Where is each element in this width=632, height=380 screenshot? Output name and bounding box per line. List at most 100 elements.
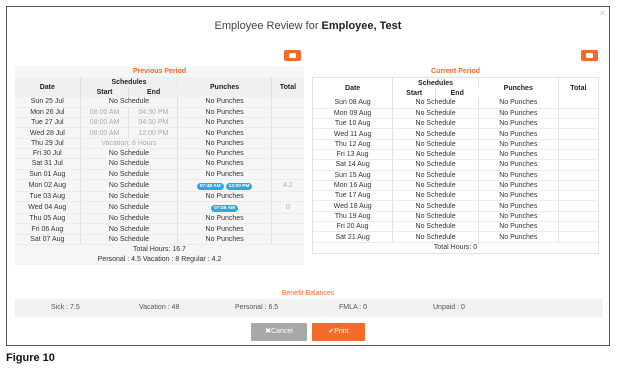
employee-name: Employee, Test: [321, 20, 402, 32]
total-cell: 0: [271, 201, 304, 215]
total-cell: [558, 108, 598, 120]
date-cell: Tue 03 Aug: [15, 191, 81, 203]
punches-cell: No Punches: [478, 149, 559, 161]
table-row: Fri 06 Aug No Schedule No Punches: [15, 223, 304, 235]
schedule-cell: No Schedule: [80, 213, 179, 225]
date-cell: Thu 05 Aug: [15, 213, 81, 225]
table-row: Sat 14 Aug No Schedule No Punches: [313, 159, 598, 171]
punches-cell: No Punches: [478, 211, 559, 223]
col-date: Date: [313, 78, 394, 98]
print-button[interactable]: ✔Print: [312, 323, 365, 341]
date-cell: Tue 27 Jul: [15, 117, 81, 129]
print-previous-period-button[interactable]: [284, 50, 301, 61]
schedule-cell: Vacation: 8 Hours: [80, 138, 179, 149]
total-cell: [558, 221, 598, 233]
total-cell: [558, 170, 598, 181]
schedule-cell: No Schedule: [392, 118, 479, 130]
date-cell: Sat 14 Aug: [313, 159, 394, 171]
date-cell: Wed 18 Aug: [313, 200, 394, 212]
punches-cell: No Punches: [177, 158, 272, 170]
table-row: Sat 31 Jul No Schedule No Punches: [15, 158, 304, 170]
current-period-panel: Current Period Date Schedules Punches To…: [312, 66, 599, 254]
punch-time-badge[interactable]: 07:48 AM: [196, 182, 224, 191]
total-cell: [558, 128, 598, 140]
date-cell: Mon 16 Aug: [313, 180, 394, 192]
date-cell: Sat 21 Aug: [313, 231, 394, 243]
employee-review-dialog: × Employee Review for Employee, Test Pre…: [6, 6, 610, 346]
table-row: Mon 02 Aug No Schedule 07:48 AM 12:00 PM 4.2: [15, 179, 304, 192]
date-cell: Wed 11 Aug: [313, 128, 394, 140]
col-date: Date: [15, 77, 81, 97]
total-cell: [271, 107, 304, 119]
total-cell: [558, 149, 598, 161]
table-row: Thu 12 Aug No Schedule No Punches: [313, 139, 598, 150]
punches-cell: No Punches: [478, 159, 559, 171]
total-cell: [271, 213, 304, 225]
col-punches: Punches: [177, 77, 272, 97]
total-cell: [558, 200, 598, 212]
punches-cell: 07:55 AM: [177, 201, 272, 215]
punch-time-badge[interactable]: 07:55 AM: [211, 204, 239, 213]
table-row: Tue 03 Aug No Schedule No Punches: [15, 191, 304, 203]
total-cell: [271, 158, 304, 170]
table-row: Fri 20 Aug No Schedule No Punches: [313, 221, 598, 233]
date-cell: Wed 04 Aug: [15, 201, 81, 215]
date-cell: Fri 30 Jul: [15, 148, 81, 160]
table-row: Mon 26 Jul 08:00 AM 04:30 PM No Punches: [15, 107, 304, 119]
figure-caption: Figure 10: [6, 352, 55, 364]
dialog-title-prefix: Employee Review for: [214, 20, 322, 32]
col-punches: Punches: [478, 78, 559, 98]
benefit-sick: Sick : 7.5: [51, 304, 80, 311]
punches-cell: No Punches: [478, 200, 559, 212]
table-row: Fri 30 Jul No Schedule No Punches: [15, 148, 304, 160]
total-cell: [558, 231, 598, 243]
cancel-button[interactable]: ✖Cancel: [251, 323, 307, 341]
schedule-start-cell: 08:00 AM: [80, 107, 130, 119]
table-row: Mon 16 Aug No Schedule No Punches: [313, 180, 598, 192]
total-cell: [271, 169, 304, 180]
col-end: End: [128, 87, 178, 97]
schedule-cell: No Schedule: [80, 201, 179, 215]
date-cell: Fri 06 Aug: [15, 223, 81, 235]
table-row: Tue 17 Aug No Schedule No Punches: [313, 190, 598, 202]
table-row: Sun 08 Aug No Schedule No Punches: [313, 98, 598, 109]
schedule-cell: No Schedule: [80, 179, 179, 192]
punches-cell: No Punches: [177, 223, 272, 235]
schedule-end-cell: 04:30 PM: [128, 117, 179, 129]
date-cell: Thu 19 Aug: [313, 211, 394, 223]
printer-icon: [289, 53, 296, 58]
current-period-table: Date Schedules Punches Total Start End S…: [313, 78, 598, 243]
schedule-cell: No Schedule: [392, 180, 479, 192]
schedule-cell: No Schedule: [392, 128, 479, 140]
date-cell: Sun 08 Aug: [313, 98, 394, 109]
total-cell: [271, 148, 304, 160]
schedule-cell: No Schedule: [392, 190, 479, 202]
date-cell: Sun 01 Aug: [15, 169, 81, 180]
table-row: Wed 11 Aug No Schedule No Punches: [313, 128, 598, 140]
punches-cell: No Punches: [478, 118, 559, 130]
benefit-vacation: Vacation : 48: [139, 304, 180, 311]
date-cell: Fri 13 Aug: [313, 149, 394, 161]
total-cell: [271, 127, 304, 139]
punches-cell: No Punches: [177, 148, 272, 160]
col-start: Start: [80, 87, 130, 97]
col-schedules: Schedules: [80, 77, 179, 87]
total-cell: [558, 118, 598, 130]
col-start: Start: [392, 88, 437, 98]
schedule-cell: No Schedule: [392, 200, 479, 212]
close-icon[interactable]: ×: [600, 9, 605, 18]
table-row: Tue 27 Jul 08:00 AM 04:30 PM No Punches: [15, 117, 304, 129]
punches-cell: No Punches: [177, 213, 272, 225]
schedule-cell: No Schedule: [392, 108, 479, 120]
punches-cell: No Punches: [478, 190, 559, 202]
benefit-balances-bar: Sick : 7.5 Vacation : 48 Personal : 6.5 …: [15, 299, 603, 317]
date-cell: Mon 09 Aug: [313, 108, 394, 120]
date-cell: Mon 26 Jul: [15, 107, 81, 119]
date-cell: Sun 15 Aug: [313, 170, 394, 181]
print-current-period-button[interactable]: [581, 50, 598, 61]
punch-time-badge[interactable]: 12:00 PM: [225, 182, 253, 191]
table-row: Sun 15 Aug No Schedule No Punches: [313, 170, 598, 181]
punches-cell: No Punches: [478, 98, 559, 109]
total-cell: [271, 223, 304, 235]
total-cell: [271, 138, 304, 149]
